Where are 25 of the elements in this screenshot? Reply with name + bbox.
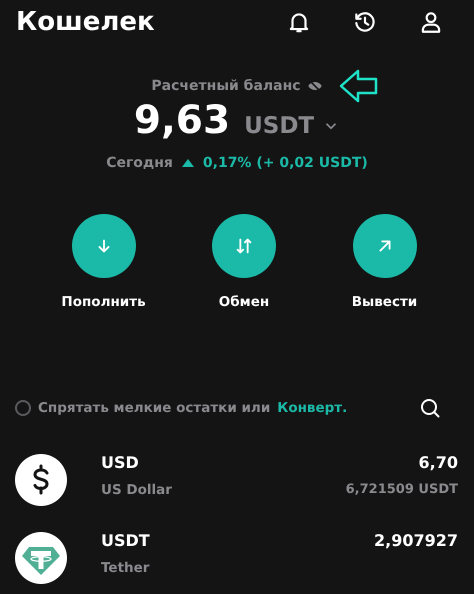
search-icon[interactable] [418, 396, 442, 420]
asset-row[interactable]: USD US Dollar 6,70 6,721509 USDT [0, 453, 474, 511]
balance-label: Расчетный баланс [151, 78, 301, 94]
asset-amount: 2,907927 [374, 531, 458, 550]
period-label: Сегодня [106, 155, 173, 171]
tether-coin-icon [15, 532, 67, 584]
convert-link[interactable]: Конверт. [277, 400, 348, 416]
action-label: Вывести [352, 294, 418, 310]
asset-row[interactable]: USDT Tether 2,907927 [0, 531, 474, 589]
asset-name: US Dollar [101, 482, 173, 498]
action-label: Обмен [218, 294, 270, 310]
currency-selector[interactable]: USDT [244, 113, 340, 139]
balance-amount: 9,63 [134, 98, 230, 143]
asset-name: Tether [101, 560, 150, 576]
page-title: Кошелек [16, 7, 155, 37]
hide-small-balances-checkbox[interactable] [15, 400, 31, 416]
filter-text: Спрятать мелкие остатки или [38, 400, 270, 416]
asset-symbol: USDT [101, 531, 151, 550]
change-value: 0,17% (+ 0,02 USDT) [202, 155, 368, 171]
arrow-icon [338, 69, 379, 103]
dollar-coin-icon [15, 454, 67, 506]
action-label: Пополнить [61, 294, 146, 310]
asset-value: 6,721509 USDT [346, 482, 458, 497]
asset-symbol: USD [101, 453, 140, 472]
asset-amount: 6,70 [418, 453, 458, 472]
